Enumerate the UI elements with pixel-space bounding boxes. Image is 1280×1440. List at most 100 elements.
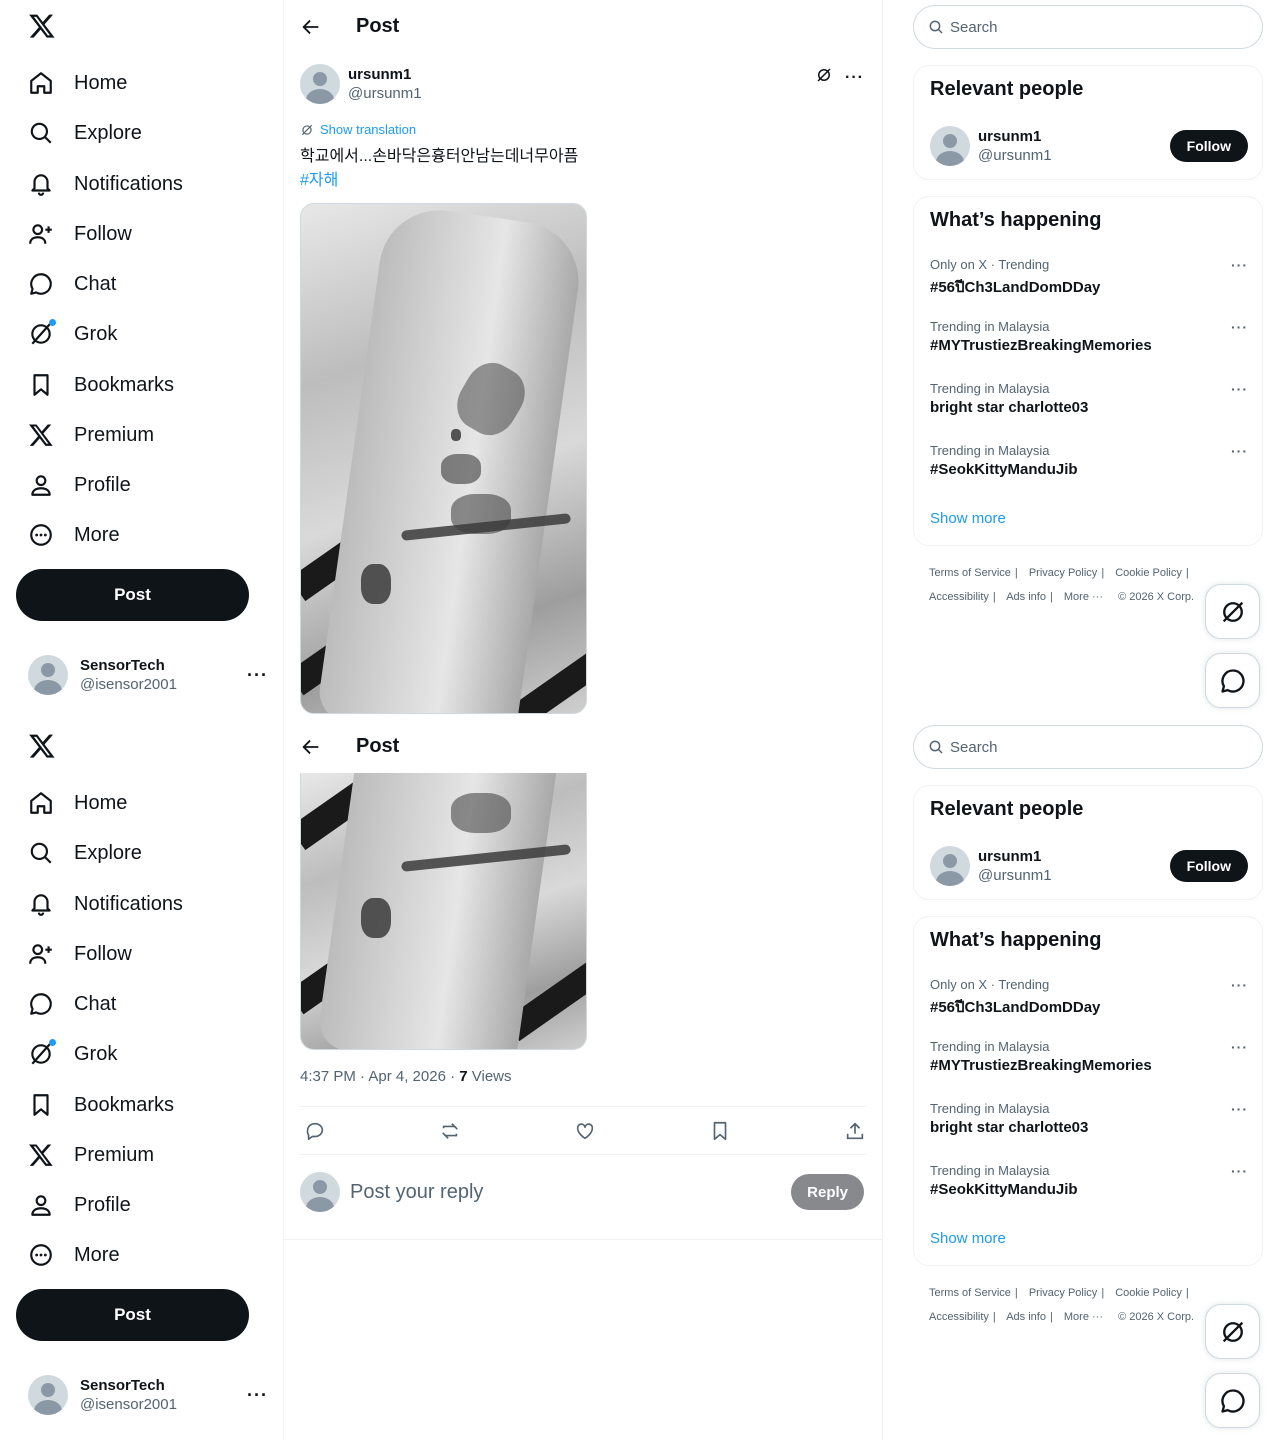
nav-more[interactable]: More: [28, 1235, 120, 1275]
terms-link[interactable]: Terms of Service: [929, 567, 1011, 579]
nav-grok[interactable]: Grok: [28, 314, 117, 354]
grok-icon[interactable]: [815, 66, 833, 89]
x-logo-icon[interactable]: [28, 12, 56, 42]
accessibility-link[interactable]: Accessibility: [929, 1311, 989, 1323]
trend-name[interactable]: #56ปีCh3LandDomDDay: [930, 275, 1248, 299]
nav-premium[interactable]: Premium: [28, 415, 154, 455]
account-switcher[interactable]: SensorTech @isensor2001 ···: [28, 1373, 268, 1417]
terms-link[interactable]: Terms of Service: [929, 1287, 1011, 1299]
more-dots-icon[interactable]: ···: [1231, 319, 1248, 335]
nav-home[interactable]: Home: [28, 783, 127, 823]
nav-more[interactable]: More: [28, 515, 120, 555]
more-link[interactable]: More ···: [1064, 1311, 1103, 1323]
avatar[interactable]: [300, 64, 340, 104]
show-more-link[interactable]: Show more: [930, 510, 1006, 527]
reply-button[interactable]: Reply: [791, 1174, 864, 1210]
trend-name[interactable]: #MYTrustiezBreakingMemories: [930, 1057, 1248, 1074]
trend-item[interactable]: Trending in Malaysia bright star charlot…: [930, 381, 1248, 425]
more-dots-icon[interactable]: ···: [247, 1385, 268, 1406]
avatar[interactable]: [930, 846, 970, 886]
more-dots-icon[interactable]: ···: [1231, 381, 1248, 397]
nav-profile[interactable]: Profile: [28, 465, 131, 505]
nav-explore[interactable]: Explore: [28, 113, 142, 153]
messages-fab-button[interactable]: [1205, 653, 1260, 708]
follow-button[interactable]: Follow: [1169, 850, 1248, 882]
show-translation-label[interactable]: Show translation: [320, 122, 416, 137]
avatar[interactable]: [930, 126, 970, 166]
nav-grok[interactable]: Grok: [28, 1034, 117, 1074]
search-bar[interactable]: Search: [913, 5, 1263, 49]
trend-name[interactable]: bright star charlotte03: [930, 1119, 1248, 1136]
trend-name[interactable]: #SeokKittyManduJib: [930, 461, 1248, 478]
ads-info-link[interactable]: Ads info: [1006, 591, 1046, 603]
nav-chat[interactable]: Chat: [28, 984, 116, 1024]
repost-icon[interactable]: [439, 1120, 461, 1142]
search-bar[interactable]: Search: [913, 725, 1263, 769]
nav-explore[interactable]: Explore: [28, 833, 142, 873]
more-link[interactable]: More ···: [1064, 591, 1103, 603]
author-name[interactable]: ursunm1: [348, 66, 422, 83]
privacy-link[interactable]: Privacy Policy: [1029, 567, 1097, 579]
trend-item[interactable]: Trending in Malaysia #MYTrustiezBreaking…: [930, 1039, 1248, 1083]
trend-item[interactable]: Trending in Malaysia bright star charlot…: [930, 1101, 1248, 1145]
messages-fab-button[interactable]: [1205, 1373, 1260, 1428]
more-dots-icon[interactable]: ···: [845, 69, 864, 87]
trend-name[interactable]: #MYTrustiezBreakingMemories: [930, 337, 1248, 354]
x-logo-icon[interactable]: [28, 732, 56, 762]
cookie-link[interactable]: Cookie Policy: [1115, 567, 1182, 579]
grok-fab-button[interactable]: [1205, 584, 1260, 639]
reply-icon[interactable]: [304, 1120, 326, 1142]
privacy-link[interactable]: Privacy Policy: [1029, 1287, 1097, 1299]
post-button[interactable]: Post: [16, 1289, 249, 1341]
hashtag-link[interactable]: #자해: [300, 169, 578, 193]
accessibility-link[interactable]: Accessibility: [929, 591, 989, 603]
trend-item[interactable]: Only on X · Trending #56ปีCh3LandDomDDay…: [930, 257, 1248, 301]
cookie-link[interactable]: Cookie Policy: [1115, 1287, 1182, 1299]
share-icon[interactable]: [844, 1120, 866, 1142]
nav-chat[interactable]: Chat: [28, 264, 116, 304]
relevant-person[interactable]: ursunm1 @ursunm1 Follow: [930, 126, 1248, 166]
nav-profile[interactable]: Profile: [28, 1185, 131, 1225]
show-more-link[interactable]: Show more: [930, 1230, 1006, 1247]
trend-name[interactable]: #SeokKittyManduJib: [930, 1181, 1248, 1198]
follow-button[interactable]: Follow: [1169, 130, 1248, 162]
trend-item[interactable]: Trending in Malaysia #SeokKittyManduJib …: [930, 1163, 1248, 1207]
ads-info-link[interactable]: Ads info: [1006, 1311, 1046, 1323]
nav-bookmarks[interactable]: Bookmarks: [28, 365, 174, 405]
show-translation-link[interactable]: Show translation: [300, 122, 416, 137]
back-arrow-icon[interactable]: [300, 736, 322, 758]
trend-name[interactable]: #56ปีCh3LandDomDDay: [930, 995, 1248, 1019]
trend-item[interactable]: Only on X · Trending #56ปีCh3LandDomDDay…: [930, 977, 1248, 1021]
back-arrow-icon[interactable]: [300, 16, 322, 38]
more-dots-icon[interactable]: ···: [1231, 1101, 1248, 1117]
nav-follow[interactable]: Follow: [28, 214, 132, 254]
person-name[interactable]: ursunm1: [978, 848, 1052, 865]
reply-input[interactable]: Post your reply: [350, 1181, 483, 1204]
person-name[interactable]: ursunm1: [978, 128, 1052, 145]
nav-notifications[interactable]: Notifications: [28, 164, 183, 204]
account-switcher[interactable]: SensorTech @isensor2001 ···: [28, 653, 268, 697]
search-input[interactable]: Search: [950, 739, 998, 756]
more-dots-icon[interactable]: ···: [1231, 257, 1248, 273]
nav-notifications[interactable]: Notifications: [28, 884, 183, 924]
more-dots-icon[interactable]: ···: [1231, 443, 1248, 459]
post-image[interactable]: [300, 203, 587, 714]
post-author[interactable]: ursunm1 @ursunm1: [300, 64, 422, 104]
nav-bookmarks[interactable]: Bookmarks: [28, 1085, 174, 1125]
more-dots-icon[interactable]: ···: [1231, 977, 1248, 993]
trend-item[interactable]: Trending in Malaysia #SeokKittyManduJib …: [930, 443, 1248, 487]
post-timestamp[interactable]: 4:37 PM · Apr 4, 2026 ·: [300, 1068, 459, 1085]
post-button[interactable]: Post: [16, 569, 249, 621]
nav-follow[interactable]: Follow: [28, 934, 132, 974]
trend-item[interactable]: Trending in Malaysia #MYTrustiezBreaking…: [930, 319, 1248, 363]
grok-fab-button[interactable]: [1205, 1304, 1260, 1359]
search-input[interactable]: Search: [950, 19, 998, 36]
bookmark-icon[interactable]: [709, 1120, 731, 1142]
nav-home[interactable]: Home: [28, 63, 127, 103]
more-dots-icon[interactable]: ···: [247, 665, 268, 686]
more-dots-icon[interactable]: ···: [1231, 1039, 1248, 1055]
relevant-person[interactable]: ursunm1 @ursunm1 Follow: [930, 846, 1248, 886]
more-dots-icon[interactable]: ···: [1231, 1163, 1248, 1179]
like-heart-icon[interactable]: [574, 1120, 596, 1142]
nav-premium[interactable]: Premium: [28, 1135, 154, 1175]
